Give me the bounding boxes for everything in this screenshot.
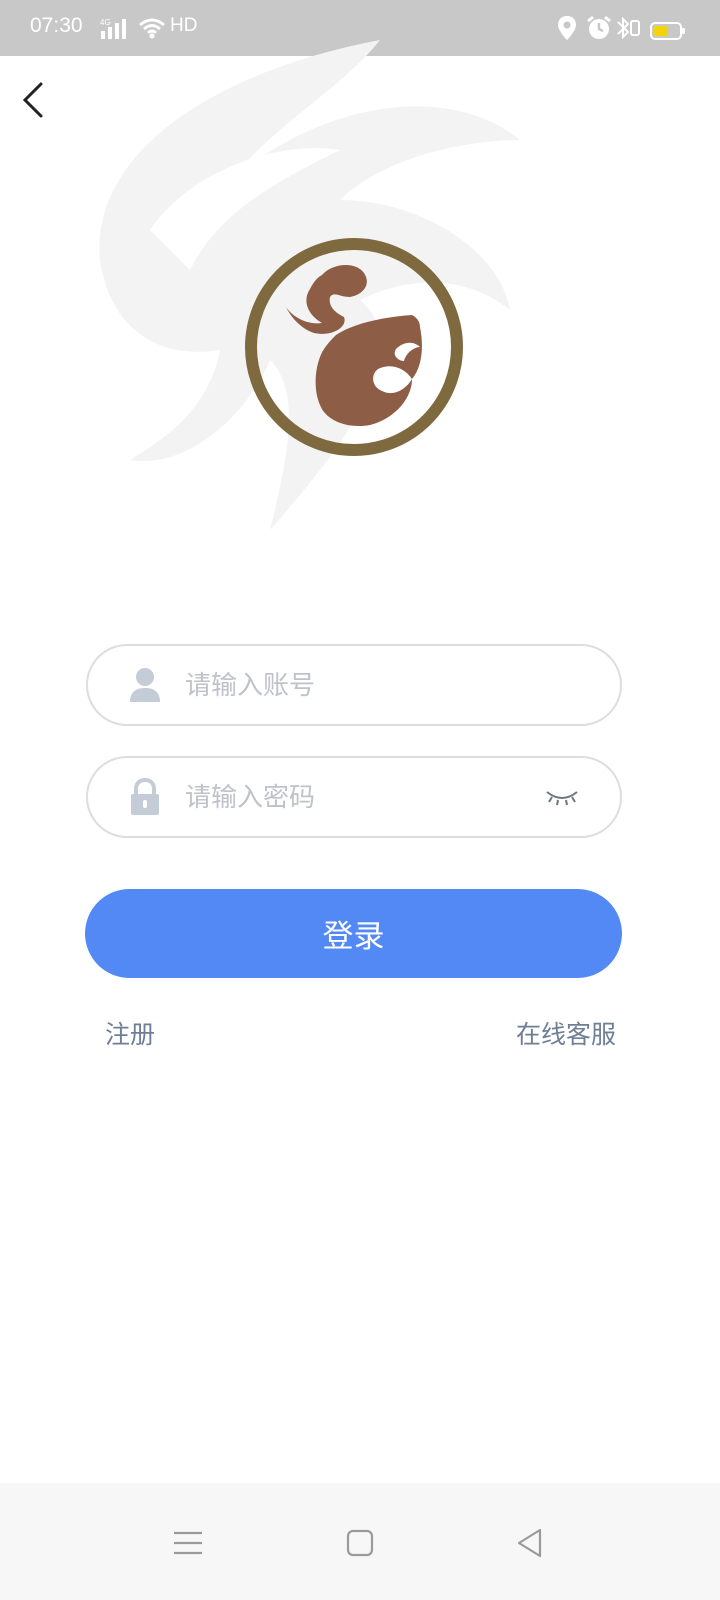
app-logo bbox=[245, 238, 463, 456]
lock-icon bbox=[131, 778, 159, 815]
system-nav-bar bbox=[0, 1483, 720, 1600]
location-icon bbox=[558, 16, 576, 40]
eye-closed-icon[interactable] bbox=[544, 784, 580, 810]
online-support-link[interactable]: 在线客服 bbox=[516, 1015, 616, 1051]
alarm-icon bbox=[587, 15, 611, 39]
password-input[interactable] bbox=[183, 758, 527, 838]
back-icon[interactable] bbox=[510, 1523, 550, 1563]
account-input[interactable] bbox=[183, 646, 527, 726]
register-link[interactable]: 注册 bbox=[105, 1015, 155, 1051]
menu-icon[interactable] bbox=[168, 1523, 208, 1563]
network-badge: 4G bbox=[100, 18, 111, 27]
login-button[interactable]: 登录 bbox=[85, 889, 622, 978]
user-icon bbox=[130, 668, 160, 702]
account-field-container bbox=[86, 644, 622, 726]
chevron-left-icon bbox=[22, 82, 43, 118]
bluetooth-icon bbox=[617, 16, 640, 40]
battery-icon bbox=[650, 22, 685, 40]
password-field-container bbox=[86, 756, 622, 838]
home-icon[interactable] bbox=[340, 1523, 380, 1563]
